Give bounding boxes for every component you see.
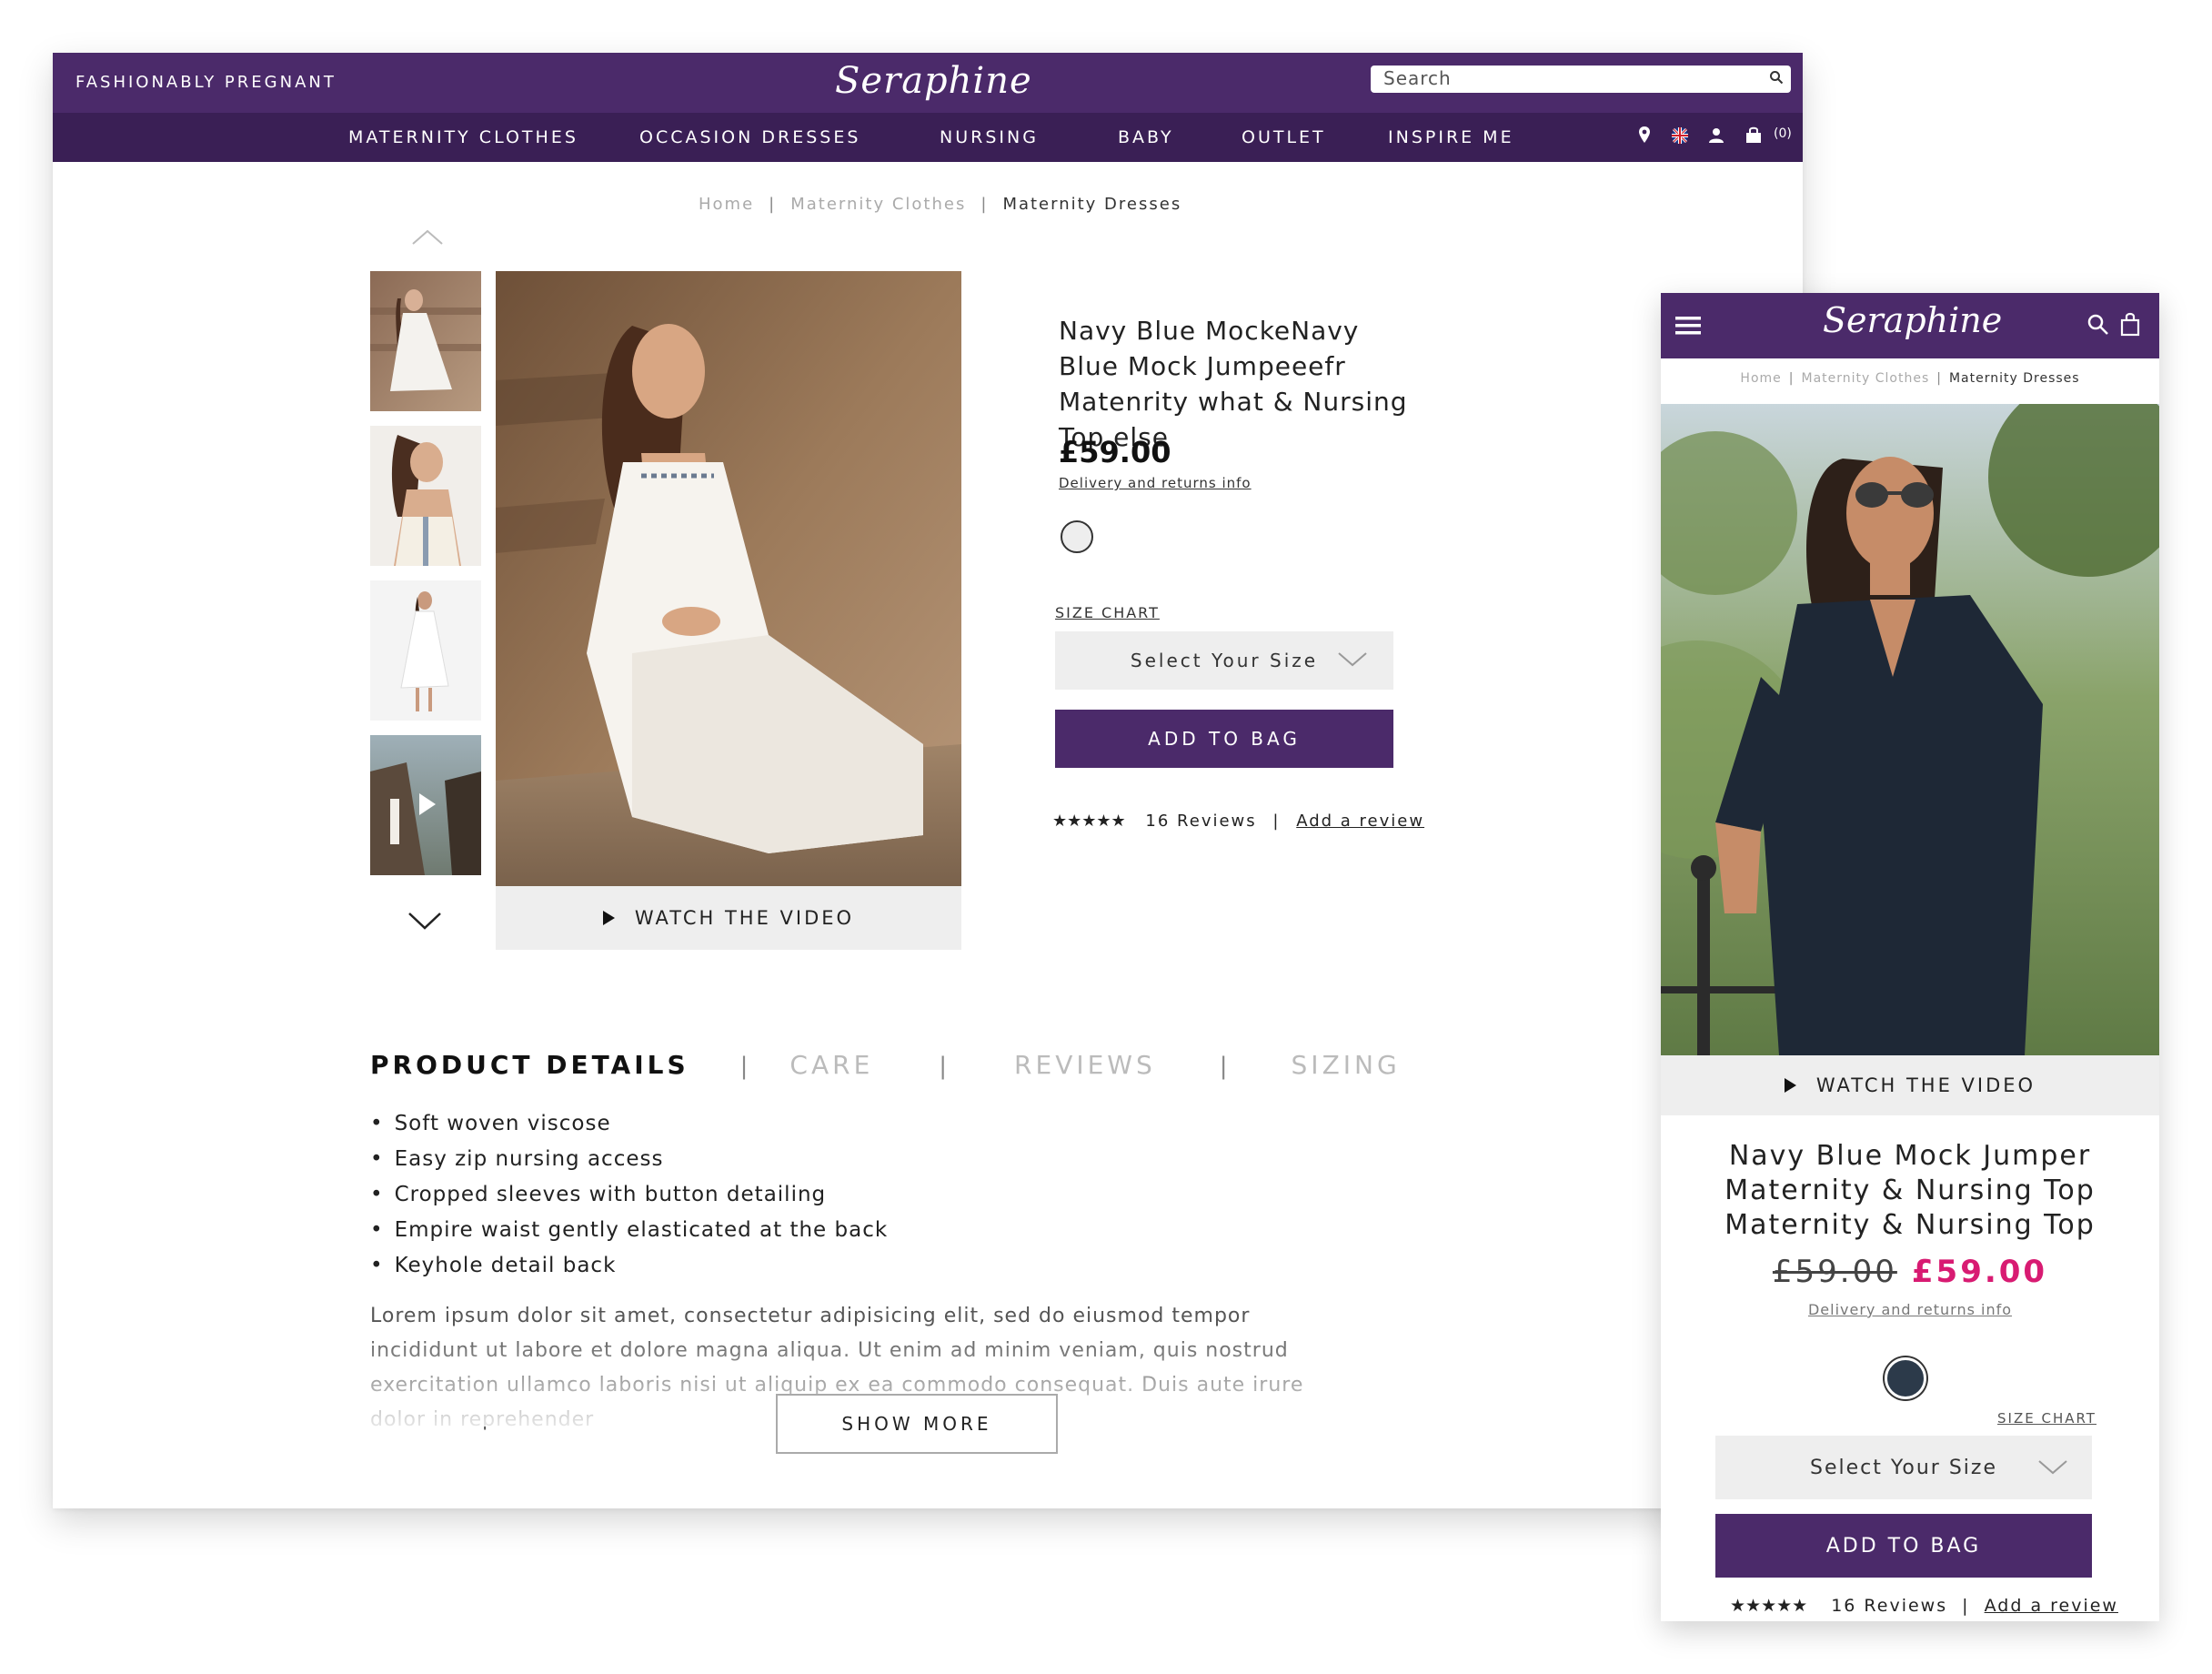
color-swatch-navy[interactable] — [1885, 1357, 1926, 1399]
watch-video-label: WATCH THE VIDEO — [634, 907, 855, 929]
nav-maternity-clothes[interactable]: MATERNITY CLOTHES — [348, 127, 578, 147]
hamburger-menu-icon[interactable] — [1675, 315, 1701, 337]
product-price: £59.00 — [1059, 435, 1171, 469]
add-to-bag-button[interactable]: ADD TO BAG — [1055, 710, 1393, 768]
review-summary: ★★★★★ 16 Reviews | Add a review — [1052, 812, 1424, 831]
bag-count: (0) — [1774, 126, 1792, 141]
sale-price: £59.00 — [1911, 1254, 2048, 1290]
size-chart-link[interactable]: SIZE CHART — [1997, 1410, 2096, 1427]
user-icon[interactable] — [1704, 124, 1728, 147]
thumbnail-2[interactable] — [370, 426, 481, 566]
feature-item: Empire waist gently elasticated at the b… — [370, 1213, 888, 1248]
desktop-page: FASHIONABLY PREGNANT Seraphine Search MA… — [53, 53, 1803, 1508]
title-line: Maternity & Nursing Top — [1724, 1175, 2096, 1206]
tab-separator: | — [1219, 1053, 1232, 1080]
feature-item: Easy zip nursing access — [370, 1142, 888, 1177]
tab-care[interactable]: CARE — [789, 1050, 873, 1080]
color-swatch[interactable] — [1061, 520, 1093, 553]
breadcrumb-home[interactable]: Home — [1740, 371, 1781, 386]
mobile-product-image[interactable] — [1661, 404, 2159, 1055]
review-summary: ★★★★★ 16 Reviews | Add a review — [1730, 1596, 2118, 1616]
search-placeholder: Search — [1383, 67, 1452, 89]
breadcrumb-separator: | — [769, 195, 777, 214]
delivery-info-link[interactable]: Delivery and returns info — [1661, 1301, 2159, 1318]
tab-reviews[interactable]: REVIEWS — [1014, 1050, 1156, 1080]
search-input[interactable]: Search — [1371, 66, 1791, 93]
size-select-label: Select Your Size — [1130, 650, 1319, 671]
tab-separator: | — [739, 1053, 752, 1080]
play-icon — [602, 911, 615, 925]
breadcrumb: Home | Maternity Clothes | Maternity Dresses — [699, 195, 1181, 214]
reviews-count[interactable]: 16 Reviews — [1145, 812, 1256, 831]
breadcrumb-separator: | — [1788, 371, 1795, 386]
breadcrumb: Home | Maternity Clothes | Maternity Dresses — [1661, 371, 2159, 386]
reviews-separator: | — [1272, 812, 1281, 831]
title-line: Navy Blue Mock Jumper — [1728, 1140, 2092, 1172]
play-icon — [1784, 1078, 1796, 1093]
feature-item: Soft woven viscose — [370, 1106, 888, 1142]
shopping-bag-icon[interactable] — [2119, 311, 2141, 337]
search-icon[interactable] — [1769, 70, 1784, 85]
chevron-down-icon — [2038, 1460, 2067, 1475]
search-icon[interactable] — [2086, 313, 2110, 337]
tab-sizing[interactable]: SIZING — [1292, 1050, 1401, 1080]
uk-flag-icon[interactable] — [1668, 124, 1692, 147]
breadcrumb-parent[interactable]: Maternity Clothes — [1801, 371, 1929, 386]
breadcrumb-home[interactable]: Home — [699, 195, 754, 214]
title-line: Maternity & Nursing Top — [1724, 1209, 2096, 1241]
size-chart-link[interactable]: SIZE CHART — [1055, 604, 1160, 621]
tab-product-details[interactable]: PRODUCT DETAILS — [370, 1050, 689, 1080]
nav-outlet[interactable]: OUTLET — [1242, 127, 1326, 147]
thumbnail-1[interactable] — [370, 271, 481, 411]
mobile-page: Seraphine Home | Maternity Clothes | Materni… — [1661, 293, 2159, 1621]
top-bar: FASHIONABLY PREGNANT Seraphine Search — [53, 53, 1803, 113]
delivery-info-link[interactable]: Delivery and returns info — [1059, 475, 1252, 491]
breadcrumb-current: Maternity Dresses — [1948, 371, 2080, 386]
thumb-down-arrow-icon[interactable] — [407, 910, 442, 932]
thumbnail-3[interactable] — [370, 580, 481, 721]
breadcrumb-parent[interactable]: Maternity Clothes — [790, 195, 966, 214]
mobile-logo[interactable]: Seraphine — [1823, 300, 2002, 340]
nav-baby[interactable]: BABY — [1118, 127, 1174, 147]
tab-separator: | — [939, 1053, 951, 1080]
add-review-link[interactable]: Add a review — [1985, 1596, 2118, 1616]
chevron-down-icon — [1338, 652, 1367, 667]
thumb-up-arrow-icon[interactable] — [411, 227, 444, 247]
thumbnail-video[interactable] — [370, 735, 481, 875]
breadcrumb-separator: | — [980, 195, 989, 214]
show-more-button[interactable]: SHOW MORE — [776, 1394, 1058, 1454]
watch-video-button[interactable]: WATCH THE VIDEO — [496, 886, 961, 950]
size-select[interactable]: Select Your Size — [1715, 1436, 2092, 1499]
product-tabs: PRODUCT DETAILS | CARE | REVIEWS | SIZING — [370, 1050, 1401, 1080]
size-select[interactable]: Select Your Size — [1055, 631, 1393, 690]
mobile-price: £59.00 £59.00 — [1661, 1254, 2159, 1290]
location-pin-icon[interactable] — [1633, 124, 1656, 147]
reviews-separator: | — [1962, 1596, 1970, 1616]
reviews-count[interactable]: 16 Reviews — [1831, 1596, 1947, 1616]
main-nav: MATERNITY CLOTHES OCCASION DRESSES NURSI… — [53, 113, 1803, 162]
nav-inspire-me[interactable]: INSPIRE ME — [1388, 127, 1514, 147]
add-to-bag-button[interactable]: ADD TO BAG — [1715, 1514, 2092, 1578]
product-title: Navy Blue MockeNavy Blue Mock Jumpeeefr … — [1059, 316, 1408, 452]
feature-item: Cropped sleeves with button detailing — [370, 1177, 888, 1213]
product-main-image[interactable] — [496, 271, 961, 886]
watch-video-button[interactable]: WATCH THE VIDEO — [1661, 1055, 2159, 1115]
breadcrumb-separator: | — [1936, 371, 1942, 386]
mobile-header: Seraphine — [1661, 293, 2159, 358]
nav-occasion-dresses[interactable]: OCCASION DRESSES — [639, 127, 860, 147]
rating-stars: ★★★★★ — [1052, 812, 1126, 831]
breadcrumb-current: Maternity Dresses — [1002, 195, 1182, 214]
logo[interactable]: Seraphine — [835, 60, 1032, 102]
size-select-label: Select Your Size — [1810, 1456, 1997, 1479]
add-review-link[interactable]: Add a review — [1296, 812, 1424, 831]
feature-item: Keyhole detail back — [370, 1248, 888, 1284]
shopping-bag-icon[interactable] — [1742, 124, 1765, 147]
tagline: FASHIONABLY PREGNANT — [75, 73, 337, 92]
rating-stars: ★★★★★ — [1730, 1596, 1808, 1616]
old-price: £59.00 — [1772, 1254, 1897, 1290]
nav-nursing[interactable]: NURSING — [940, 127, 1039, 147]
mobile-product-title: Navy Blue Mock Jumper Maternity & Nursin… — [1661, 1139, 2159, 1243]
watch-video-label: WATCH THE VIDEO — [1815, 1074, 2036, 1096]
feature-list: Soft woven viscose Easy zip nursing acce… — [370, 1106, 888, 1284]
